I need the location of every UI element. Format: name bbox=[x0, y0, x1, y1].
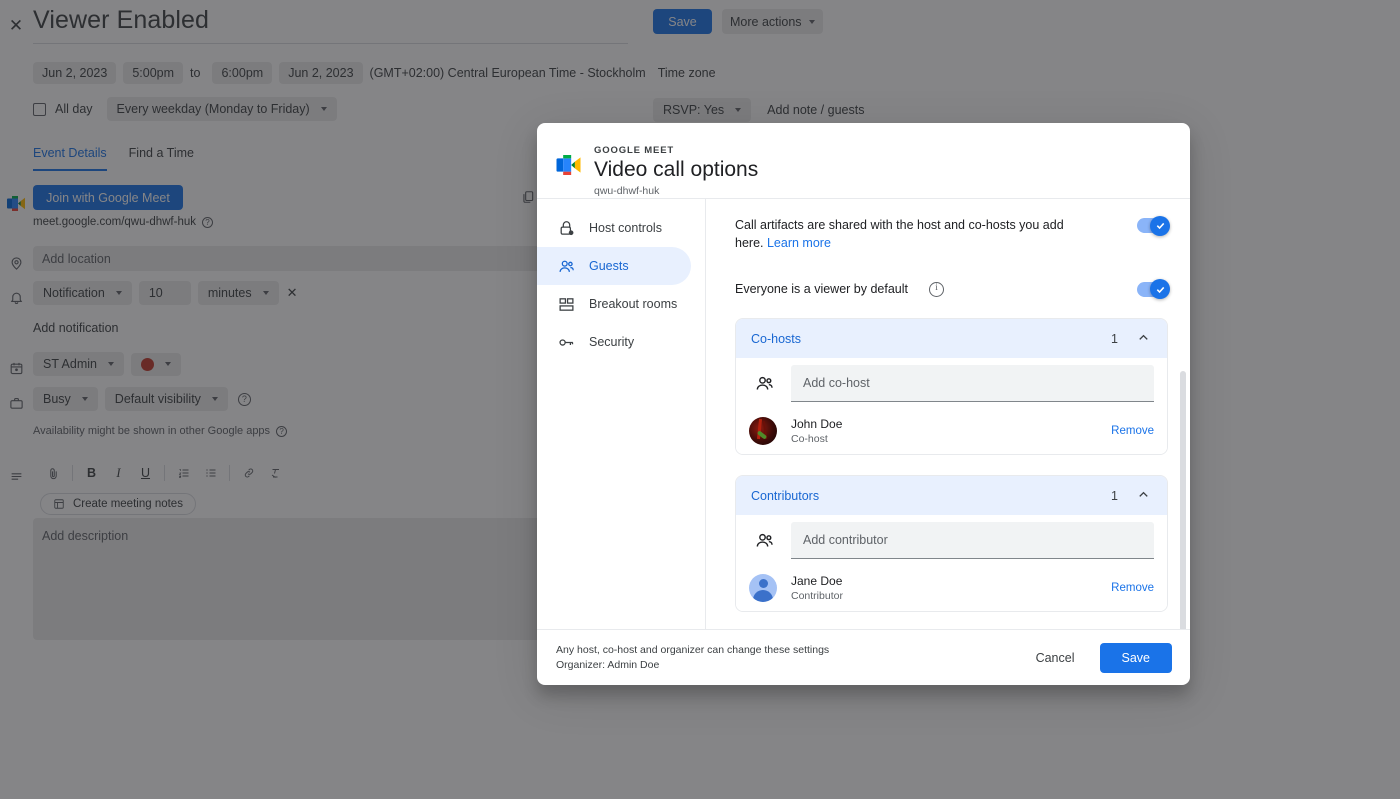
person-row-co-host: John Doe Co-host Remove bbox=[749, 408, 1154, 454]
dialog-header: GOOGLE MEET Video call options qwu-dhwf-… bbox=[537, 123, 1190, 198]
nav-item-host-controls[interactable]: Host controls bbox=[537, 209, 691, 247]
group-body-co-hosts: Add co-host John Doe Co-host Remove bbox=[736, 358, 1167, 454]
dialog-body: Host controls Guests Breakout rooms Secu… bbox=[537, 198, 1190, 629]
dialog-footer: Any host, co-host and organizer can chan… bbox=[537, 629, 1190, 685]
setting-row-viewer-default: Everyone is a viewer by default i bbox=[735, 280, 1168, 298]
dialog-nav: Host controls Guests Breakout rooms Secu… bbox=[537, 199, 706, 629]
group-body-contributors: Add contributor Jane Doe Contributor Rem… bbox=[736, 515, 1167, 611]
avatar bbox=[749, 574, 777, 602]
add-contributor-input[interactable]: Add contributor bbox=[791, 522, 1154, 559]
panel-scrollbar[interactable] bbox=[1180, 371, 1186, 629]
setting-row-call-artifacts: Call artifacts are shared with the host … bbox=[735, 216, 1168, 252]
group-title: Contributors bbox=[751, 489, 819, 503]
people-icon bbox=[754, 530, 775, 551]
viewer-default-toggle[interactable] bbox=[1137, 282, 1168, 297]
toggle-knob bbox=[1150, 279, 1170, 299]
person-row-contributor: Jane Doe Contributor Remove bbox=[749, 565, 1154, 611]
nav-label: Host controls bbox=[589, 221, 662, 235]
person-role: Contributor bbox=[791, 589, 843, 603]
person-name: John Doe bbox=[791, 416, 842, 432]
footer-line-1: Any host, co-host and organizer can chan… bbox=[556, 643, 829, 658]
setting-text: Everyone is a viewer by default i bbox=[735, 280, 944, 298]
viewer-default-text: Everyone is a viewer by default bbox=[735, 280, 908, 298]
nav-item-guests[interactable]: Guests bbox=[537, 247, 691, 285]
nav-label: Security bbox=[589, 335, 634, 349]
video-call-options-dialog: GOOGLE MEET Video call options qwu-dhwf-… bbox=[537, 123, 1190, 685]
dialog-title: Video call options bbox=[594, 157, 758, 183]
dialog-eyebrow: GOOGLE MEET bbox=[594, 145, 758, 156]
group-header-co-hosts[interactable]: Co-hosts 1 bbox=[736, 319, 1167, 358]
grid-rooms-icon bbox=[557, 295, 576, 314]
guests-panel: Call artifacts are shared with the host … bbox=[706, 199, 1190, 629]
dialog-save-button[interactable]: Save bbox=[1100, 643, 1173, 673]
person-info: John Doe Co-host bbox=[791, 416, 842, 446]
group-title: Co-hosts bbox=[751, 332, 801, 346]
add-co-host-row: Add co-host bbox=[749, 358, 1154, 408]
learn-more-link[interactable]: Learn more bbox=[767, 236, 831, 250]
meeting-code: qwu-dhwf-huk bbox=[594, 185, 758, 197]
toggle-knob bbox=[1150, 216, 1170, 236]
key-icon bbox=[557, 333, 576, 352]
nav-item-breakout-rooms[interactable]: Breakout rooms bbox=[537, 285, 691, 323]
info-icon[interactable]: i bbox=[929, 282, 944, 297]
cancel-button[interactable]: Cancel bbox=[1023, 644, 1088, 672]
chevron-up-icon[interactable] bbox=[1136, 487, 1151, 505]
person-role: Co-host bbox=[791, 432, 842, 446]
avatar bbox=[749, 417, 777, 445]
nav-label: Breakout rooms bbox=[589, 297, 677, 311]
person-name: Jane Doe bbox=[791, 573, 843, 589]
chevron-up-icon[interactable] bbox=[1136, 330, 1151, 348]
add-contributor-row: Add contributor bbox=[749, 515, 1154, 565]
setting-text: Call artifacts are shared with the host … bbox=[735, 216, 1065, 252]
people-icon bbox=[754, 373, 775, 394]
group-count: 1 bbox=[1111, 332, 1118, 346]
remove-contributor-button[interactable]: Remove bbox=[1111, 582, 1154, 594]
nav-label: Guests bbox=[589, 259, 629, 273]
group-count: 1 bbox=[1111, 489, 1118, 503]
add-co-host-input[interactable]: Add co-host bbox=[791, 365, 1154, 402]
footer-note: Any host, co-host and organizer can chan… bbox=[556, 643, 829, 673]
people-icon bbox=[557, 257, 576, 276]
group-header-contributors[interactable]: Contributors 1 bbox=[736, 476, 1167, 515]
remove-co-host-button[interactable]: Remove bbox=[1111, 425, 1154, 437]
google-meet-icon bbox=[556, 155, 581, 175]
nav-item-security[interactable]: Security bbox=[537, 323, 691, 361]
person-info: Jane Doe Contributor bbox=[791, 573, 843, 603]
group-contributors: Contributors 1 Add contributor bbox=[735, 475, 1168, 612]
lock-person-icon bbox=[557, 219, 576, 238]
footer-line-2: Organizer: Admin Doe bbox=[556, 658, 829, 673]
group-co-hosts: Co-hosts 1 Add co-host bbox=[735, 318, 1168, 455]
call-artifacts-toggle[interactable] bbox=[1137, 218, 1168, 233]
